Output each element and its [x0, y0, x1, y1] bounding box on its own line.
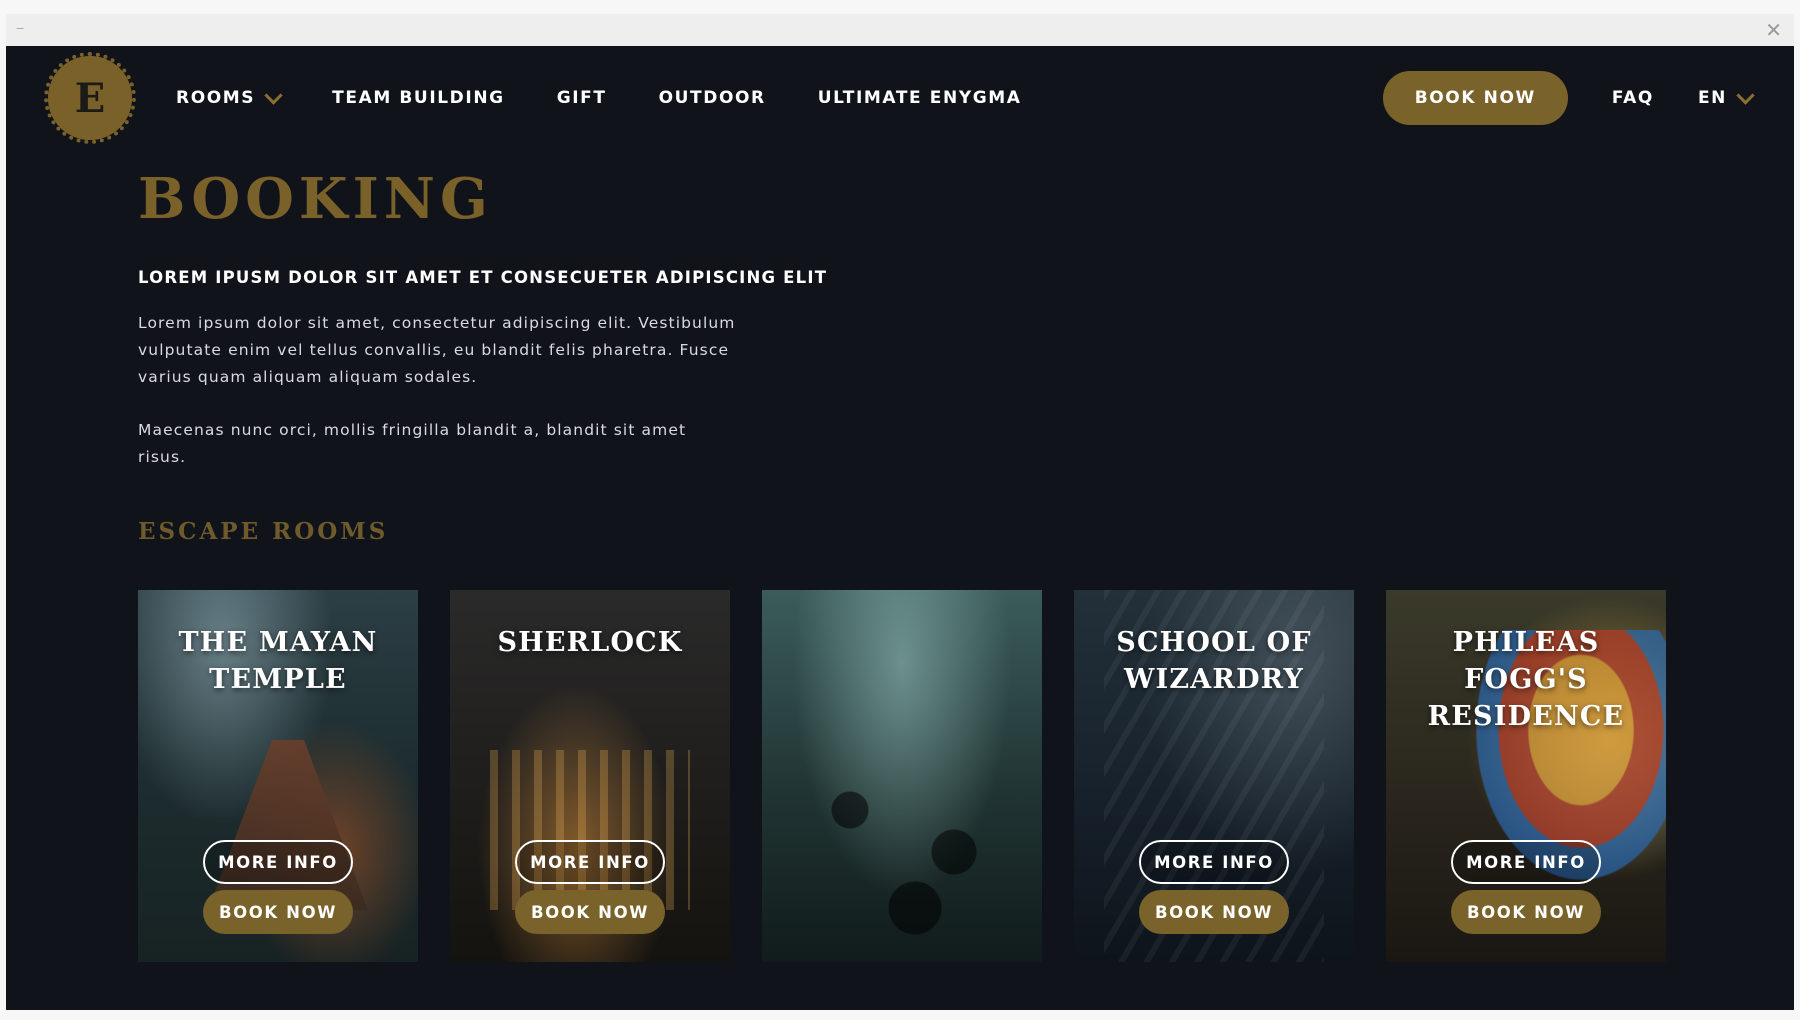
main-nav: ROOMS TEAM BUILDING GIFT OUTDOOR ULTIMAT…	[176, 46, 1022, 150]
room-card-mayan-temple[interactable]: THE MAYAN TEMPLE MORE INFO BOOK NOW	[138, 590, 418, 962]
room-card-school-of-wizardry[interactable]: SCHOOL OF WIZARDRY MORE INFO BOOK NOW	[1074, 590, 1354, 962]
close-icon[interactable]: ✕	[1765, 18, 1782, 43]
faq-label: FAQ	[1611, 88, 1654, 108]
nav-item-team-building[interactable]: TEAM BUILDING	[332, 88, 505, 108]
nav-item-label: ULTIMATE ENYGMA	[817, 88, 1022, 108]
more-info-button[interactable]: MORE INFO	[203, 840, 353, 884]
nav-item-label: OUTDOOR	[658, 88, 766, 108]
nav-item-label: TEAM BUILDING	[332, 88, 505, 108]
nav-item-outdoor[interactable]: OUTDOOR	[659, 88, 766, 108]
room-card-phileas-fogg[interactable]: PHILEAS FOGG'S RESIDENCE MORE INFO BOOK …	[1386, 590, 1666, 962]
escape-rooms-heading: ESCAPE ROOMS	[138, 518, 389, 545]
nav-item-gift[interactable]: GIFT	[557, 88, 607, 108]
book-now-button[interactable]: BOOK NOW	[1451, 890, 1601, 934]
nav-right: BOOK NOW FAQ EN	[1382, 46, 1755, 150]
room-card-title: PHILEAS FOGG'S RESIDENCE	[1427, 627, 1625, 732]
room-card-actions: MORE INFO BOOK NOW	[450, 840, 730, 934]
booking-page: E ROOMS TEAM BUILDING GIFT OUTDOOR ULTIM…	[6, 46, 1794, 1010]
room-card-kraken[interactable]	[762, 590, 1042, 962]
nav-item-label: ROOMS	[176, 88, 256, 108]
more-info-button[interactable]: MORE INFO	[1139, 840, 1289, 884]
book-now-button[interactable]: BOOK NOW	[515, 890, 665, 934]
nav-item-ultimate-enygma[interactable]: ULTIMATE ENYGMA	[818, 88, 1022, 108]
room-card-image	[762, 590, 1042, 962]
room-card-title: THE MAYAN TEMPLE	[178, 627, 378, 695]
more-info-button[interactable]: MORE INFO	[1451, 840, 1601, 884]
room-card-title: SHERLOCK	[497, 627, 683, 658]
page-title: BOOKING	[138, 166, 493, 232]
site-logo[interactable]: E	[44, 52, 136, 144]
book-now-button[interactable]: BOOK NOW	[203, 890, 353, 934]
nav-item-rooms[interactable]: ROOMS	[176, 85, 283, 108]
intro-paragraph-2: Maecenas nunc orci, mollis fringilla bla…	[138, 421, 687, 466]
intro-paragraph-1: Lorem ipsum dolor sit amet, consectetur …	[138, 314, 736, 386]
chevron-down-icon	[264, 85, 283, 105]
language-label: EN	[1697, 88, 1727, 108]
more-info-button[interactable]: MORE INFO	[515, 840, 665, 884]
room-card-actions: MORE INFO BOOK NOW	[138, 840, 418, 934]
window-titlebar: − ✕	[6, 14, 1794, 46]
room-card-actions: MORE INFO BOOK NOW	[1074, 840, 1354, 934]
book-now-button[interactable]: BOOK NOW	[1382, 71, 1568, 125]
language-selector[interactable]: EN	[1697, 85, 1755, 108]
faq-link[interactable]: FAQ	[1612, 88, 1654, 108]
page-subtitle: LOREM IPUSM DOLOR SIT AMET ET CONSECUETE…	[138, 268, 828, 287]
room-card-actions: MORE INFO BOOK NOW	[1386, 840, 1666, 934]
minimize-icon[interactable]: −	[16, 20, 24, 36]
room-card-sherlock[interactable]: SHERLOCK MORE INFO BOOK NOW	[450, 590, 730, 962]
chevron-down-icon	[1736, 85, 1755, 105]
escape-room-cards: THE MAYAN TEMPLE MORE INFO BOOK NOW SHER…	[138, 590, 1666, 962]
book-now-button[interactable]: BOOK NOW	[1139, 890, 1289, 934]
logo-letter: E	[74, 74, 106, 122]
nav-item-label: GIFT	[556, 88, 607, 108]
browser-window: − ✕ E ROOMS TEAM BUILDING GIFT OUTDOOR U…	[6, 14, 1794, 1010]
room-card-title: SCHOOL OF WIZARDRY	[1116, 627, 1312, 695]
